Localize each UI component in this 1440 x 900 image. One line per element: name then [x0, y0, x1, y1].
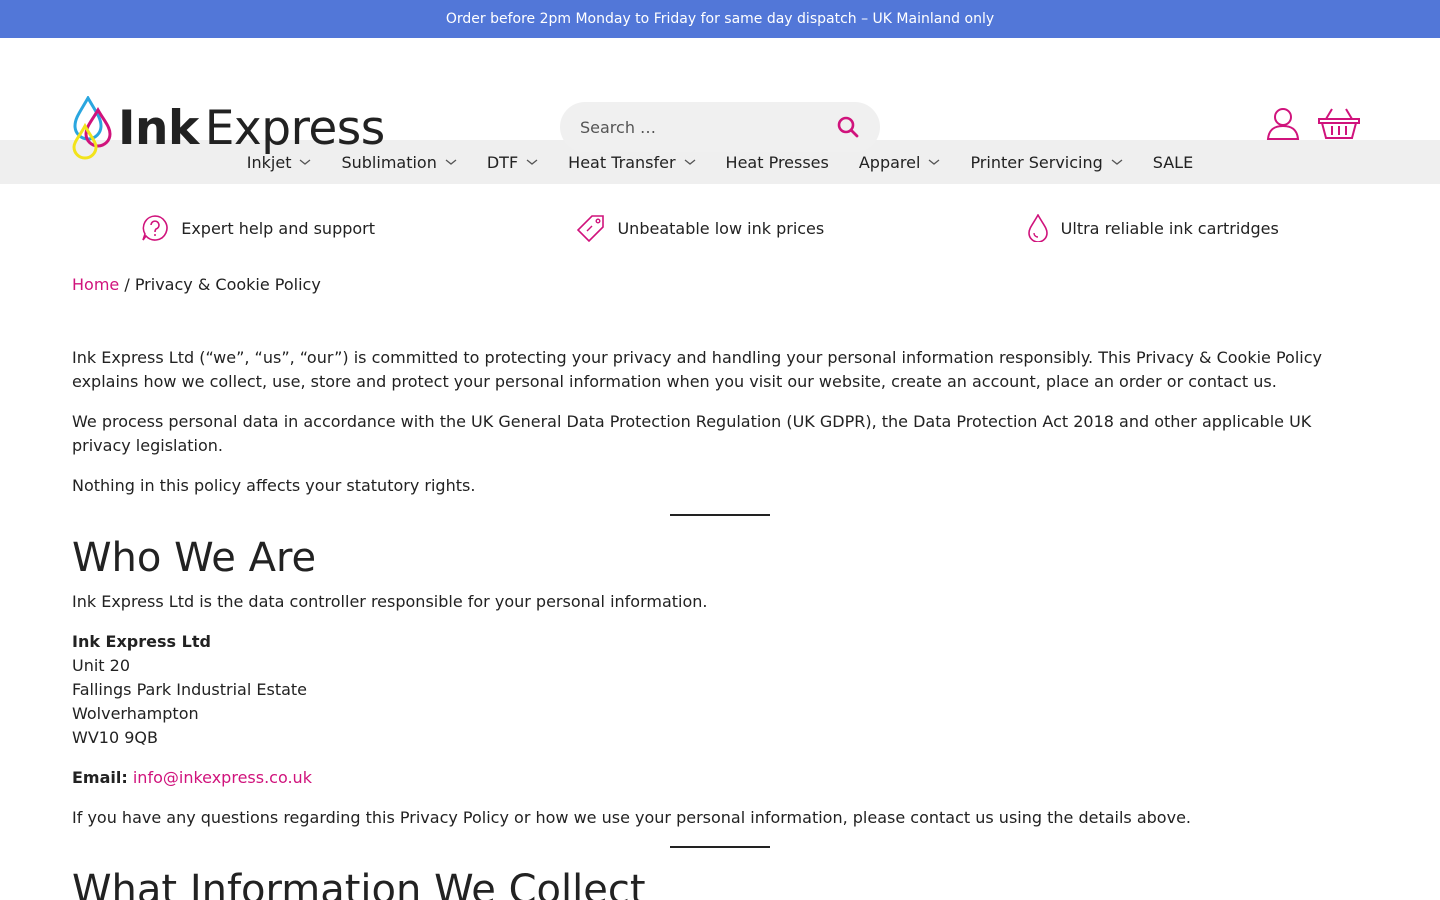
feature-low-prices: Unbeatable low ink prices: [577, 214, 824, 242]
who-we-are-paragraph: Ink Express Ltd is the data controller r…: [72, 592, 708, 611]
ink-drops-logo-icon: [72, 96, 112, 160]
chevron-down-icon: [526, 159, 538, 165]
what-we-collect-heading: What Information We Collect: [72, 867, 646, 900]
header-actions: [1266, 106, 1360, 144]
logo-wordmark: Ink Express: [118, 100, 385, 156]
nav-item-heat-presses[interactable]: Heat Presses: [726, 153, 829, 172]
breadcrumb: Home / Privacy & Cookie Policy: [72, 275, 321, 294]
chevron-down-icon: [445, 159, 457, 165]
chevron-down-icon: [929, 159, 940, 165]
announcement-bar: Order before 2pm Monday to Friday for sa…: [0, 0, 1440, 38]
search-input[interactable]: [580, 117, 836, 137]
intro-paragraph-2: We process personal data in accordance w…: [72, 412, 1312, 455]
nav-item-heat-transfer[interactable]: Heat Transfer: [568, 153, 695, 172]
chevron-down-icon: [1111, 159, 1123, 165]
price-tag-icon: [577, 215, 605, 242]
nav-item-apparel[interactable]: Apparel: [859, 153, 941, 172]
site-logo[interactable]: Ink Express: [72, 96, 385, 160]
announcement-text: Order before 2pm Monday to Friday for sa…: [445, 11, 995, 27]
search-icon: [837, 116, 859, 138]
question-icon: [142, 215, 168, 241]
section-divider: [670, 846, 770, 848]
main-content: Home / Privacy & Cookie Policy Ink Expre…: [0, 272, 1440, 900]
contact-paragraph: If you have any questions regarding this…: [72, 808, 1191, 827]
search-button[interactable]: [836, 115, 860, 139]
email-link[interactable]: info@inkexpress.co.uk: [133, 768, 312, 787]
user-icon: [1266, 108, 1300, 140]
feature-expert-help: Expert help and support: [141, 214, 375, 242]
intro-paragraph-3: Nothing in this policy affects your stat…: [72, 476, 476, 495]
site-header: Ink Express: [0, 38, 1440, 160]
feature-reliable-cartridges: Ultra reliable ink cartridges: [1027, 214, 1279, 242]
breadcrumb-home-link[interactable]: Home: [72, 275, 119, 294]
search-bar: [560, 102, 880, 152]
account-button[interactable]: [1266, 106, 1300, 144]
who-we-are-section: Who We Are Ink Express Ltd is the data c…: [72, 534, 1368, 830]
section-divider: [670, 514, 770, 516]
nav-item-dtf[interactable]: DTF: [487, 153, 538, 172]
breadcrumb-current: Privacy & Cookie Policy: [134, 275, 321, 294]
intro-paragraph-1: Ink Express Ltd (“we”, “us”, “our”) is c…: [72, 348, 1322, 391]
basket-button[interactable]: [1318, 106, 1360, 144]
chevron-down-icon: [684, 159, 695, 165]
intro-section: Ink Express Ltd (“we”, “us”, “our”) is c…: [72, 346, 1368, 498]
ink-drop-icon: [1027, 214, 1048, 242]
company-email: Email: info@inkexpress.co.uk: [72, 768, 312, 787]
company-address: Ink Express Ltd Unit 20 Fallings Park In…: [72, 632, 308, 747]
feature-strip: Expert help and support Unbeatable low i…: [0, 184, 1440, 272]
basket-icon: [1318, 108, 1360, 139]
company-name: Ink Express Ltd: [72, 632, 211, 651]
nav-item-printer-servicing[interactable]: Printer Servicing: [970, 153, 1123, 172]
nav-item-sale[interactable]: SALE: [1153, 153, 1193, 172]
who-we-are-heading: Who We Are: [72, 535, 317, 581]
what-we-collect-section: What Information We Collect: [72, 866, 1368, 900]
